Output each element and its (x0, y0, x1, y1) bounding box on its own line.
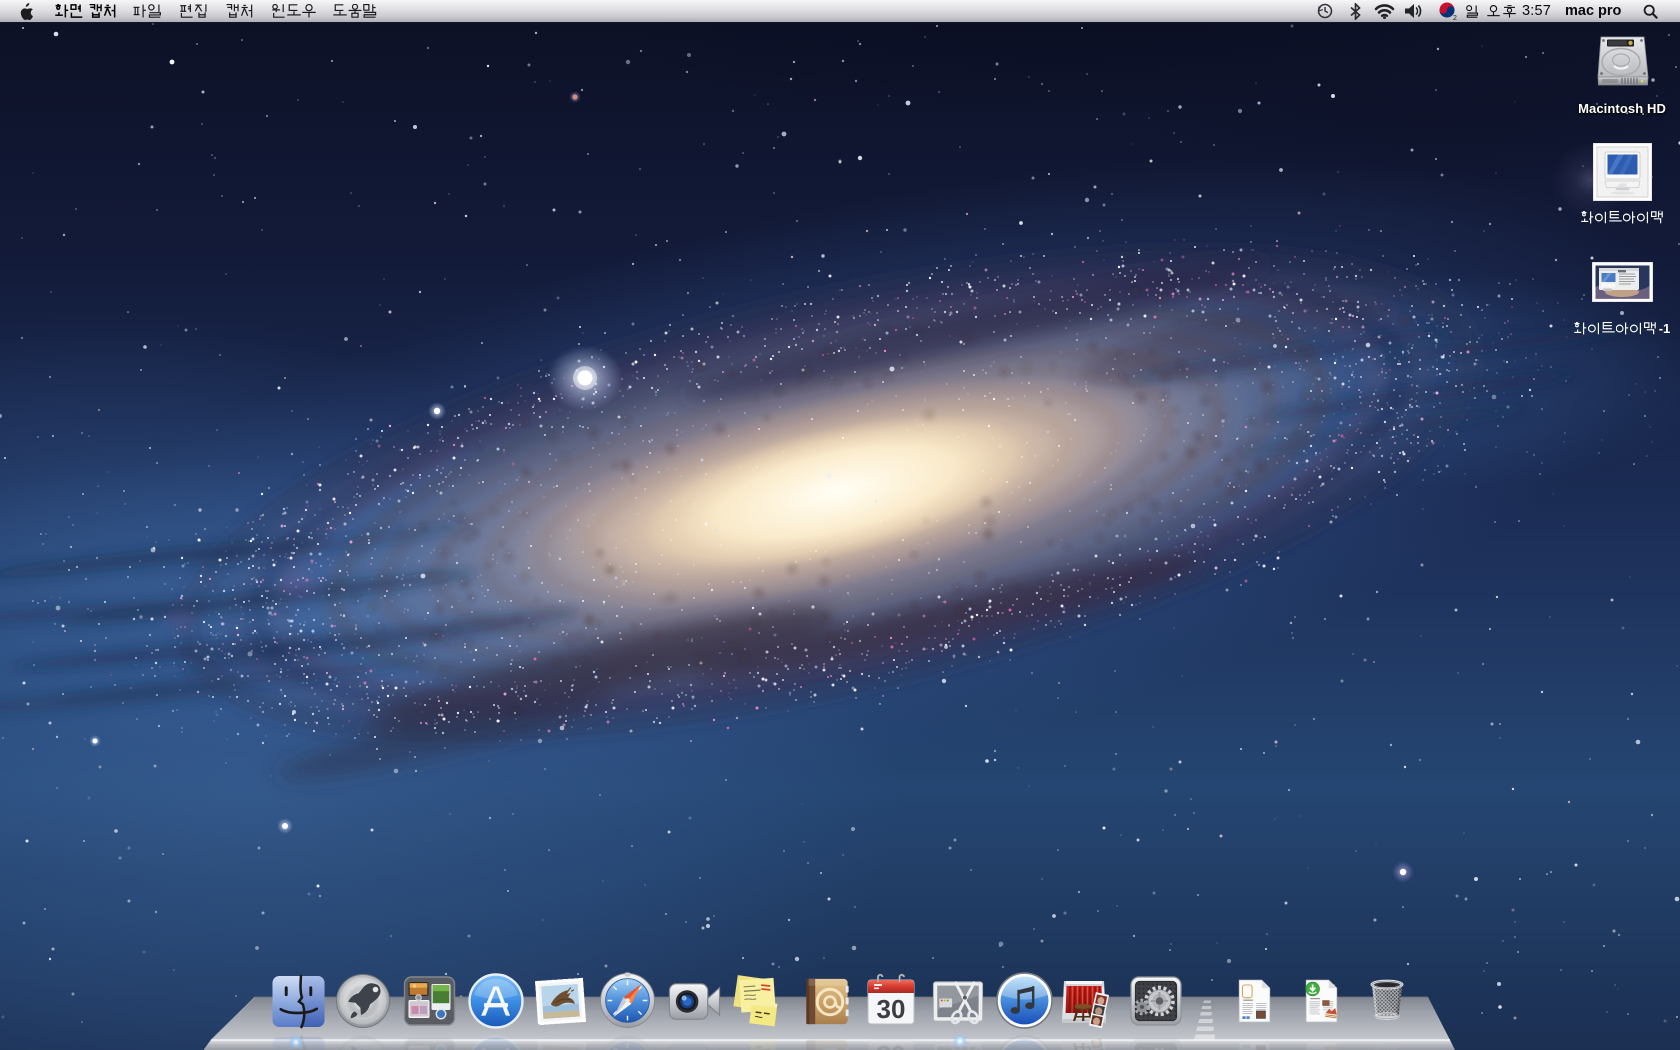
svg-text:2: 2 (1453, 15, 1457, 21)
